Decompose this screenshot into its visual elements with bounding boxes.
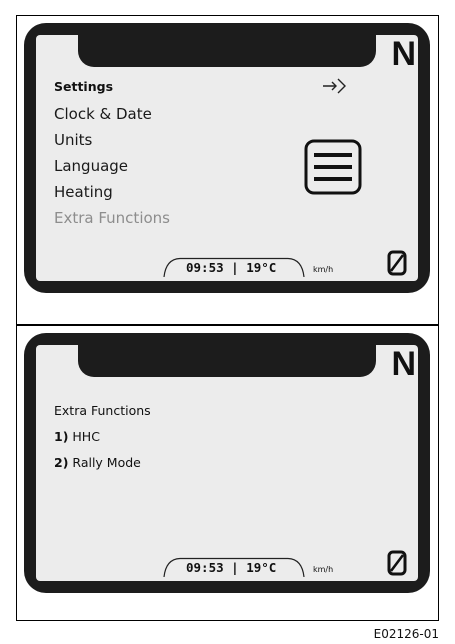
item-number: 1) [54,429,69,444]
dashboard-bezel: N Extra Functions 1) HHC 2) Rally Mode 0… [24,333,430,593]
menu-item-rally-mode[interactable]: 2) Rally Mode [54,455,141,470]
ambient-temperature: 19°C [246,260,277,275]
speed-unit: km/h [313,565,334,574]
hamburger-menu-icon[interactable] [304,139,362,195]
dashboard-bezel: N Settings Clock & Date Units Language H… [24,23,430,293]
menu-item-hhc[interactable]: 1) HHC [54,429,100,444]
item-number: 2) [54,455,69,470]
clock-time: 09:53 [186,260,224,275]
enter-arrow-icon [323,78,346,94]
figure-code: E02126-01 [373,627,439,641]
menu-item-extra-functions[interactable]: Extra Functions [54,209,170,227]
speed-zero-icon [387,250,407,276]
menu-item-heating[interactable]: Heating [54,183,113,201]
status-separator: | [231,560,239,575]
menu-item-language[interactable]: Language [54,157,128,175]
item-label: Rally Mode [72,455,141,470]
menu-item-units[interactable]: Units [54,131,92,149]
speed-zero-icon [387,550,407,576]
menu-title: Settings [54,79,114,94]
extra-functions-screen-panel: N Extra Functions 1) HHC 2) Rally Mode 0… [16,325,439,621]
status-readout: 09:53 | 19°C [186,260,276,275]
menu-title: Extra Functions [54,403,151,418]
dashboard-screen: N Settings Clock & Date Units Language H… [36,35,418,281]
status-separator: | [231,260,239,275]
gear-indicator: N [391,345,416,383]
item-label: HHC [72,429,100,444]
settings-screen-panel: N Settings Clock & Date Units Language H… [16,15,439,325]
top-status-bar [78,35,376,67]
menu-item-clock-date[interactable]: Clock & Date [54,105,152,123]
status-readout: 09:53 | 19°C [186,560,276,575]
ambient-temperature: 19°C [246,560,277,575]
speed-unit: km/h [313,265,334,274]
top-status-bar [78,345,376,377]
dashboard-screen: N Extra Functions 1) HHC 2) Rally Mode 0… [36,345,418,581]
gear-indicator: N [391,35,416,73]
clock-time: 09:53 [186,560,224,575]
